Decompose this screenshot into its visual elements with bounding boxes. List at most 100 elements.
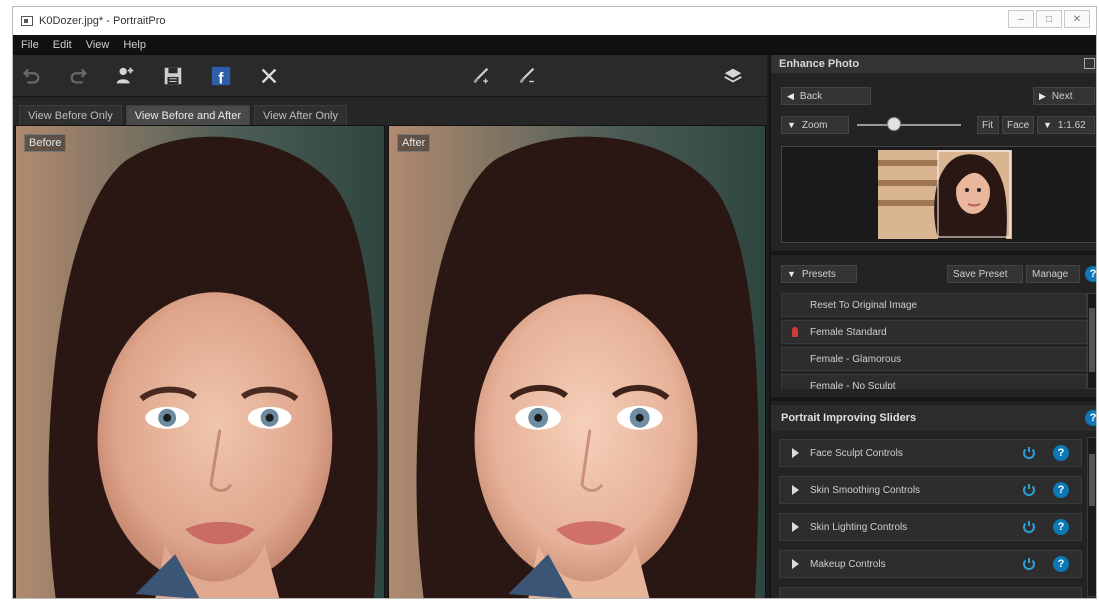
sliders-scrollbar[interactable] xyxy=(1087,437,1096,597)
brush-minus-button[interactable] xyxy=(515,64,539,88)
panel-maximize-icon[interactable] xyxy=(1084,58,1095,69)
back-label: Back xyxy=(799,90,823,102)
preset-list-scrollbar[interactable] xyxy=(1087,293,1096,389)
brush-minus-icon xyxy=(519,67,535,84)
preset-item-reset[interactable]: Reset To Original Image xyxy=(781,293,1087,317)
panel-divider xyxy=(771,251,1096,255)
close-icon xyxy=(261,68,277,84)
expand-arrow-icon xyxy=(792,559,799,569)
reset-icon[interactable] xyxy=(1021,482,1037,498)
panel-header: Enhance Photo xyxy=(771,55,1096,73)
slider-group-label: Skin Smoothing Controls xyxy=(810,484,921,496)
close-window-button[interactable]: ✕ xyxy=(1064,10,1090,28)
after-label: After xyxy=(397,134,431,152)
next-button[interactable]: ▶ Next xyxy=(1033,87,1095,105)
after-portrait-image xyxy=(389,126,765,598)
face-sculpt-help-icon[interactable]: ? xyxy=(1053,445,1069,461)
slider-group-skin-smoothing[interactable]: Skin Smoothing Controls ? xyxy=(779,476,1082,504)
view-mode-tabs: View Before Only View Before and After V… xyxy=(13,97,767,125)
zoom-collapse-icon: ▼ xyxy=(787,120,796,130)
back-arrow-icon: ◀ xyxy=(787,90,794,101)
before-label: Before xyxy=(24,134,67,152)
preset-item-female-standard[interactable]: Female Standard xyxy=(781,320,1087,344)
ratio-dropdown-icon: ▼ xyxy=(1043,120,1052,130)
close-image-button[interactable] xyxy=(257,64,281,88)
preset-item-female-no-sculpt[interactable]: Female - No Sculpt xyxy=(781,374,1087,389)
redo-button[interactable] xyxy=(67,64,91,88)
menu-edit[interactable]: Edit xyxy=(53,39,72,51)
maximize-button[interactable]: □ xyxy=(1036,10,1062,28)
undo-button[interactable] xyxy=(19,64,43,88)
panel-title: Enhance Photo xyxy=(779,58,860,70)
app-window: K0Dozer.jpg* - PortraitPro – □ ✕ File Ed… xyxy=(12,6,1097,599)
navigator-preview[interactable] xyxy=(781,146,1096,243)
sliders-help-icon[interactable]: ? xyxy=(1085,410,1096,426)
preset-item-female-glamorous[interactable]: Female - Glamorous xyxy=(781,347,1087,371)
fit-button[interactable]: Fit xyxy=(977,116,999,134)
title-bar: K0Dozer.jpg* - PortraitPro – □ ✕ xyxy=(13,7,1096,35)
slider-group-skin-lighting[interactable]: Skin Lighting Controls ? xyxy=(779,513,1082,541)
window-controls: – □ ✕ xyxy=(1008,10,1090,28)
zoom-toggle[interactable]: ▼ Zoom xyxy=(781,116,849,134)
save-icon xyxy=(164,67,182,85)
slider-group-label: Skin Lighting Controls xyxy=(810,521,908,533)
preset-label: Female - Glamorous xyxy=(810,353,902,365)
menu-file[interactable]: File xyxy=(21,39,39,51)
back-button[interactable]: ◀ Back xyxy=(781,87,871,105)
presets-collapse-icon: ▼ xyxy=(787,269,796,279)
menu-help[interactable]: Help xyxy=(123,39,146,51)
preset-label: Female Standard xyxy=(810,326,887,338)
zoom-slider-handle[interactable] xyxy=(887,117,901,131)
reset-icon[interactable] xyxy=(1021,519,1037,535)
presets-help-icon[interactable]: ? xyxy=(1085,266,1096,282)
makeup-help-icon[interactable]: ? xyxy=(1053,556,1069,572)
sliders-section-title: Portrait Improving Sliders xyxy=(781,412,917,424)
sliders-scroll-thumb[interactable] xyxy=(1089,454,1095,506)
before-image-pane[interactable]: Before xyxy=(15,125,385,598)
enhance-photo-panel: Enhance Photo ◀ Back ▶ Next ▼ Zoom Fit F… xyxy=(769,55,1096,598)
slider-group-makeup[interactable]: Makeup Controls ? xyxy=(779,550,1082,578)
navigator-thumbnail-image xyxy=(878,150,1012,239)
tab-view-after-only[interactable]: View After Only xyxy=(254,105,347,125)
after-image-pane[interactable]: After xyxy=(388,125,766,598)
minimize-button[interactable]: – xyxy=(1008,10,1034,28)
preset-list: Reset To Original Image Female Standard … xyxy=(781,293,1087,389)
skin-lighting-help-icon[interactable]: ? xyxy=(1053,519,1069,535)
expand-arrow-icon xyxy=(792,485,799,495)
navigator-thumbnail[interactable] xyxy=(878,150,1012,239)
facebook-share-button[interactable]: f xyxy=(209,64,233,88)
presets-toggle[interactable]: ▼ Presets xyxy=(781,265,857,283)
tab-view-before-and-after[interactable]: View Before and After xyxy=(125,105,250,125)
menu-view[interactable]: View xyxy=(86,39,110,51)
preset-scroll-thumb[interactable] xyxy=(1089,308,1095,372)
facebook-glyph: f xyxy=(218,70,224,87)
toolbar: f xyxy=(13,55,767,97)
tab-view-before-only[interactable]: View Before Only xyxy=(19,105,122,125)
preset-label: Female - No Sculpt xyxy=(810,380,896,390)
add-person-button[interactable] xyxy=(113,64,137,88)
save-preset-button[interactable]: Save Preset xyxy=(947,265,1023,283)
reset-icon[interactable] xyxy=(1021,556,1037,572)
menu-bar: File Edit View Help xyxy=(13,35,1096,55)
brush-plus-icon xyxy=(473,67,489,84)
zoom-slider-track[interactable] xyxy=(857,124,961,126)
slider-group-partial[interactable] xyxy=(779,587,1082,598)
expand-arrow-icon xyxy=(792,522,799,532)
layers-icon xyxy=(724,68,742,83)
brush-plus-button[interactable] xyxy=(469,64,493,88)
reset-icon[interactable] xyxy=(1021,445,1037,461)
save-button[interactable] xyxy=(161,64,185,88)
face-button[interactable]: Face xyxy=(1002,116,1034,134)
layers-button[interactable] xyxy=(721,64,745,88)
ratio-button[interactable]: ▼ 1:1.62 xyxy=(1037,116,1095,134)
ratio-label: 1:1.62 xyxy=(1057,119,1086,131)
expand-arrow-icon xyxy=(792,448,799,458)
next-arrow-icon: ▶ xyxy=(1039,90,1046,101)
skin-smoothing-help-icon[interactable]: ? xyxy=(1053,482,1069,498)
sliders-section-header: Portrait Improving Sliders xyxy=(771,405,1096,431)
manage-presets-button[interactable]: Manage xyxy=(1026,265,1080,283)
panel-divider xyxy=(771,397,1096,401)
slider-group-label: Makeup Controls xyxy=(810,558,886,570)
app-icon xyxy=(21,16,33,26)
slider-group-face-sculpt[interactable]: Face Sculpt Controls ? xyxy=(779,439,1082,467)
